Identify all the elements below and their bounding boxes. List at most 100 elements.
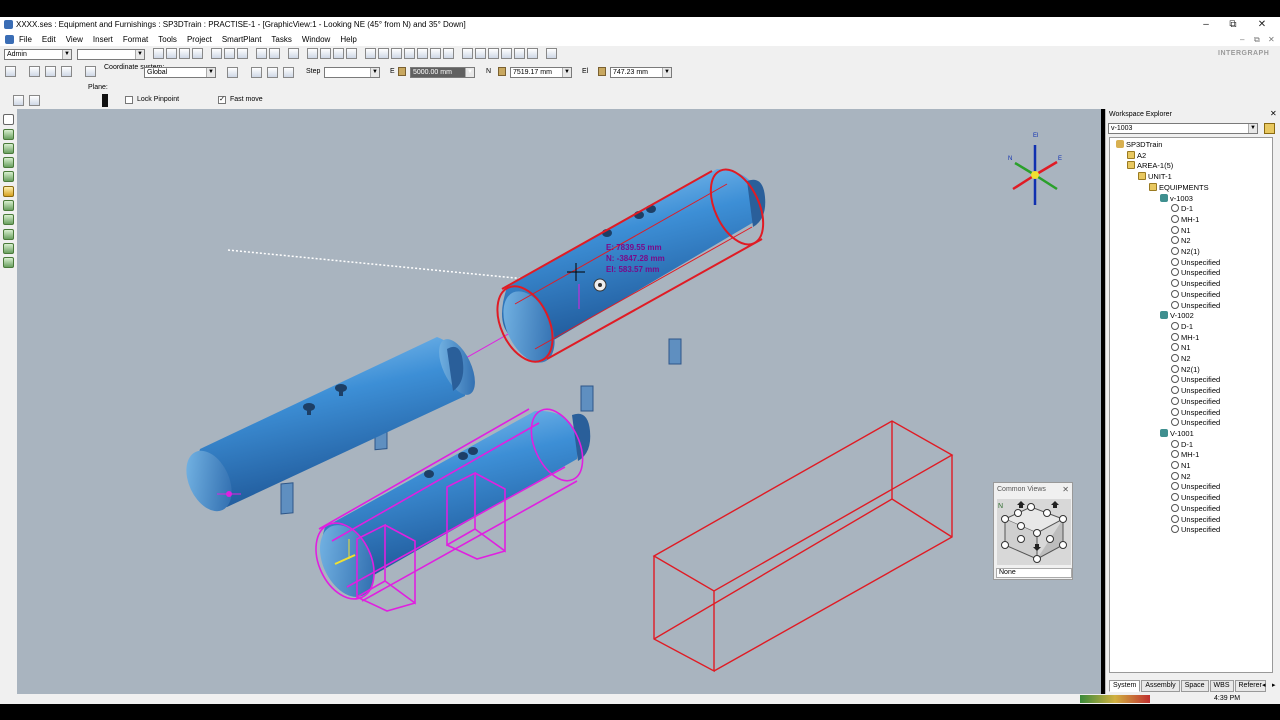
tab-assembly[interactable]: Assembly (1141, 680, 1180, 692)
clipping-icon[interactable] (378, 48, 389, 59)
workspace-explorer-close-icon[interactable]: ✕ (1270, 109, 1277, 118)
tab-scroll-right-icon[interactable]: ▸ (1272, 681, 1276, 689)
properties-icon[interactable] (346, 48, 357, 59)
print-icon[interactable] (192, 48, 203, 59)
tree-item[interactable]: Unspecified (1171, 493, 1220, 503)
folder-browse-icon[interactable] (1264, 123, 1275, 134)
tree-item[interactable]: Unspecified (1171, 386, 1220, 396)
mdi-minimize-icon[interactable]: – (1240, 33, 1244, 46)
tree-item[interactable]: MH-1 (1171, 450, 1199, 460)
place-platform-icon[interactable] (3, 214, 14, 225)
mdi-restore-icon[interactable]: ⧉ (1254, 33, 1260, 46)
tree-item[interactable]: N1 (1171, 461, 1191, 471)
maximize-button[interactable]: ⧉ (1223, 18, 1243, 31)
tree-item[interactable]: EQUIPMENTS (1149, 182, 1209, 193)
menu-project[interactable]: Project (182, 33, 217, 46)
rotate-icon[interactable] (514, 48, 525, 59)
tree-item[interactable]: Unspecified (1171, 525, 1220, 535)
menu-format[interactable]: Format (118, 33, 153, 46)
zoom-area-icon[interactable] (475, 48, 486, 59)
menu-help[interactable]: Help (335, 33, 361, 46)
tree-item[interactable]: N1 (1171, 225, 1191, 236)
tab-system[interactable]: System (1109, 680, 1141, 692)
tree-item[interactable]: D-1 (1171, 321, 1193, 332)
tab-wbs[interactable]: WBS (1209, 680, 1234, 692)
tree-item[interactable]: Unspecified (1171, 300, 1220, 311)
tree-item[interactable]: N2(1) (1171, 364, 1200, 375)
tree-item[interactable]: N2 (1171, 236, 1191, 246)
pinpoint-toggle-icon[interactable] (5, 66, 16, 77)
common-views-cube[interactable]: N (997, 499, 1071, 565)
tree-item[interactable]: UNIT-1 (1138, 172, 1172, 182)
save-icon[interactable] (179, 48, 190, 59)
tree-item[interactable]: MH-1 (1171, 214, 1199, 225)
delete-icon[interactable] (237, 48, 248, 59)
view-icon[interactable] (365, 48, 376, 59)
place-handrail-icon[interactable] (3, 243, 14, 254)
place-shape-icon[interactable] (3, 157, 14, 168)
graphic-view[interactable]: E: 7839.55 mm N: -3847.28 mm El: 583.57 … (17, 109, 1101, 694)
check-icon[interactable] (307, 48, 318, 59)
tree-item[interactable]: N2 (1171, 354, 1191, 364)
tree-item[interactable]: Unspecified (1171, 257, 1220, 268)
tree-item[interactable]: v-1003 (1160, 193, 1193, 204)
menu-file[interactable]: File (14, 33, 37, 46)
el-coordinate-input[interactable]: 747.23 mm ▼ (610, 67, 672, 78)
workspace-filter-combo[interactable]: v-1003 ▼ (1108, 123, 1258, 134)
measure-icon[interactable] (333, 48, 344, 59)
menu-view[interactable]: View (61, 33, 88, 46)
place-port-icon[interactable] (3, 200, 14, 211)
layers-icon[interactable] (391, 48, 402, 59)
place-foundation-icon[interactable] (3, 186, 14, 197)
place-equipment-icon[interactable] (3, 129, 14, 140)
coordinate-system-icon[interactable] (85, 66, 96, 77)
tree-item[interactable]: Unspecified (1171, 396, 1220, 407)
menu-tools[interactable]: Tools (153, 33, 182, 46)
workspace-tree[interactable]: SP3DTrain A2 AREA-1(5) UNIT-1 EQUIPMENTS v-10… (1109, 137, 1273, 673)
menu-edit[interactable]: Edit (37, 33, 61, 46)
place-icon[interactable] (13, 95, 24, 106)
tree-item[interactable]: Unspecified (1171, 407, 1220, 418)
place-datum-icon[interactable] (3, 257, 14, 268)
tree-item[interactable]: Unspecified (1171, 514, 1220, 525)
menu-insert[interactable]: Insert (88, 33, 118, 46)
hierarchy-icon[interactable] (404, 48, 415, 59)
tree-item[interactable]: D-1 (1171, 204, 1193, 214)
tree-item[interactable]: Unspecified (1171, 375, 1220, 385)
tree-item[interactable]: Unspecified (1171, 503, 1220, 514)
tree-item[interactable]: N1 (1171, 343, 1191, 353)
undo-icon[interactable] (288, 48, 299, 59)
filter-icon[interactable] (320, 48, 331, 59)
link-icon[interactable] (417, 48, 428, 59)
select-arrow-icon[interactable] (3, 114, 14, 125)
lock-e-icon[interactable] (398, 67, 406, 76)
copy-icon[interactable] (211, 48, 222, 59)
tree-item[interactable]: N2 (1171, 471, 1191, 482)
select-icon[interactable] (256, 48, 267, 59)
relative-icon[interactable] (45, 66, 56, 77)
zoom-icon[interactable] (462, 48, 473, 59)
fast-move-checkbox[interactable]: ✓ (218, 96, 226, 104)
reposition-icon[interactable] (61, 66, 72, 77)
close-button[interactable]: ✕ (1252, 18, 1272, 31)
filter-combo[interactable]: ▼ (77, 49, 145, 60)
lock-el-icon[interactable] (598, 67, 606, 76)
tree-item[interactable]: N2(1) (1171, 247, 1200, 257)
tree-item[interactable]: V-1001 (1160, 428, 1194, 439)
new-icon[interactable] (153, 48, 164, 59)
open-icon[interactable] (166, 48, 177, 59)
e-coordinate-input[interactable]: 5000.00 mm ▼ (410, 67, 475, 78)
step-combo[interactable]: ▼ (324, 67, 380, 78)
menu-tasks[interactable]: Tasks (266, 33, 296, 46)
lock-pinpoint-checkbox[interactable] (125, 96, 133, 104)
tree-item[interactable]: Unspecified (1171, 268, 1220, 278)
refresh-icon[interactable] (269, 48, 280, 59)
tree-item[interactable]: A2 (1127, 150, 1146, 161)
common-views-selection[interactable]: None (996, 568, 1072, 578)
tree-item[interactable]: Unspecified (1171, 418, 1220, 428)
options-icon[interactable] (29, 95, 40, 106)
dropdown-icon[interactable] (443, 48, 454, 59)
rectangular-icon[interactable] (227, 67, 238, 78)
help-icon[interactable] (546, 48, 557, 59)
target-icon[interactable] (29, 66, 40, 77)
